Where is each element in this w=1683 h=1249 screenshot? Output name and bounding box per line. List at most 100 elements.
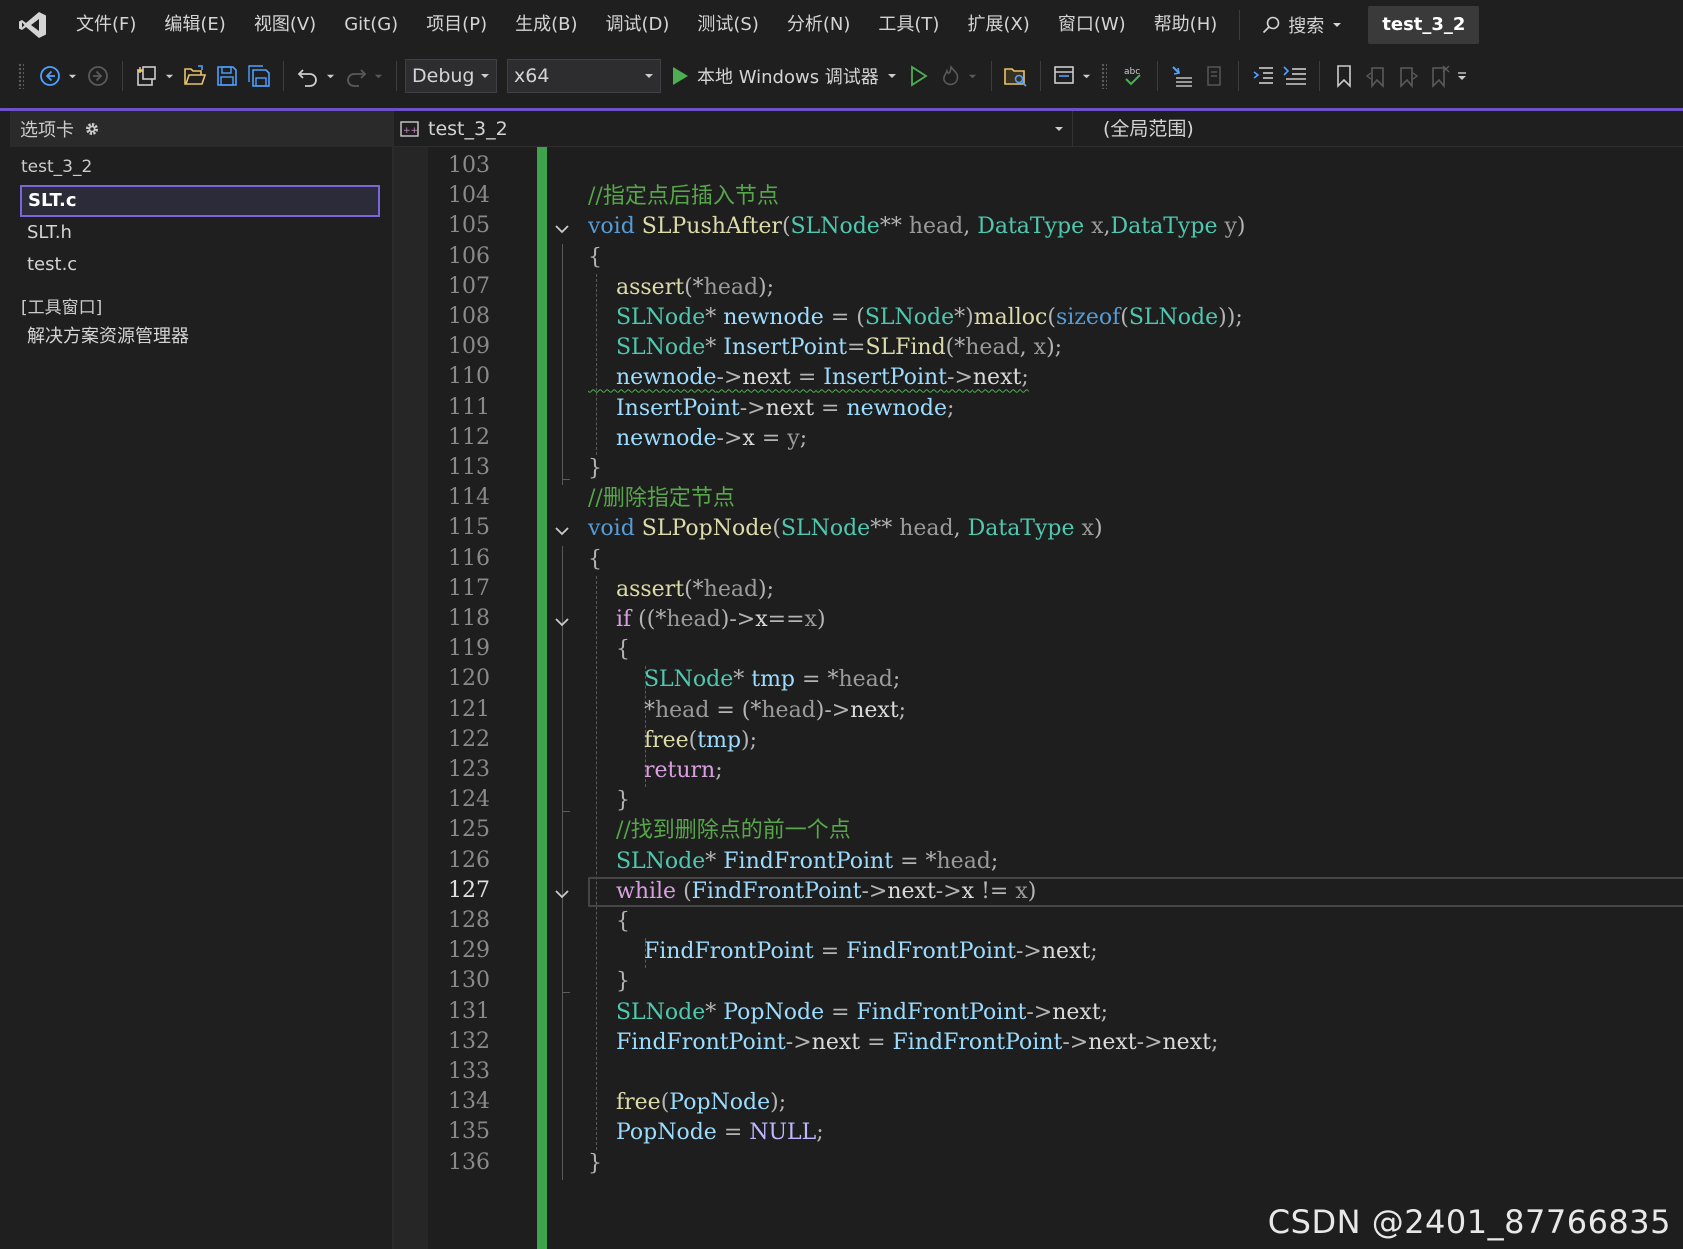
code-line[interactable]: SLNode* InsertPoint=SLFind(*head, x); xyxy=(588,332,1062,364)
code-line[interactable]: assert(*head); xyxy=(588,272,774,304)
code-line[interactable]: free(tmp); xyxy=(588,725,757,757)
code-lines: //指定点后插入节点 void SLPushAfter(SLNode** head… xyxy=(394,147,1683,1249)
code-line[interactable]: free(PopNode); xyxy=(588,1087,786,1119)
code-line[interactable]: *head = (*head)->next; xyxy=(588,695,906,727)
visual-studio-logo-icon[interactable] xyxy=(16,8,50,42)
file-item-slt-h[interactable]: SLT.h xyxy=(10,217,392,249)
scope-dropdown[interactable]: (全局范围) xyxy=(1072,110,1194,147)
menu-project[interactable]: 项目(P) xyxy=(412,0,501,50)
gear-icon[interactable] xyxy=(84,121,100,137)
standard-toolbar: Debug x64 本地 Windows 调试器 abc xyxy=(0,50,1683,102)
toolbar-separator xyxy=(1237,61,1239,91)
code-line[interactable]: while (FindFrontPoint->next->x != x) xyxy=(588,876,1036,908)
code-line[interactable]: { xyxy=(588,242,602,274)
spell-check-icon[interactable]: abc xyxy=(1120,63,1146,89)
chevron-down-icon[interactable] xyxy=(324,63,336,89)
tabs-panel-header: 选项卡 xyxy=(10,111,392,147)
navigate-forward-icon[interactable] xyxy=(85,63,111,89)
menu-edit[interactable]: 编辑(E) xyxy=(150,0,239,50)
clear-bookmarks-icon[interactable] xyxy=(1427,63,1453,89)
code-line[interactable]: PopNode = NULL; xyxy=(588,1117,824,1149)
start-debugging-button[interactable]: 本地 Windows 调试器 xyxy=(671,63,897,89)
previous-bookmark-icon[interactable] xyxy=(1363,63,1389,89)
open-in-explorer-icon[interactable] xyxy=(1003,63,1029,89)
menu-extensions[interactable]: 扩展(X) xyxy=(953,0,1043,50)
comment-lines-icon[interactable] xyxy=(1282,63,1308,89)
code-line[interactable]: //指定点后插入节点 xyxy=(588,181,779,213)
code-line[interactable]: return; xyxy=(588,755,723,787)
code-line[interactable]: //删除指定节点 xyxy=(588,483,735,515)
new-project-icon[interactable] xyxy=(134,63,160,89)
code-line[interactable]: } xyxy=(588,1148,602,1180)
menu-analyze[interactable]: 分析(N) xyxy=(773,0,865,50)
chevron-down-icon[interactable] xyxy=(372,63,384,89)
configuration-dropdown[interactable]: Debug xyxy=(405,59,497,93)
search-button[interactable]: 搜索 xyxy=(1248,12,1356,38)
menu-help[interactable]: 帮助(H) xyxy=(1140,0,1232,50)
code-line[interactable]: if ((*head)->x==x) xyxy=(588,604,826,636)
menu-view[interactable]: 视图(V) xyxy=(240,0,330,50)
code-line[interactable]: { xyxy=(588,906,630,938)
redo-icon[interactable] xyxy=(343,63,369,89)
bookmark-icon[interactable] xyxy=(1331,63,1357,89)
code-line[interactable]: { xyxy=(588,634,630,666)
step-over-icon[interactable] xyxy=(1201,63,1227,89)
code-line[interactable]: { xyxy=(588,544,602,576)
project-node[interactable]: test_3_2 xyxy=(10,147,392,185)
code-line[interactable]: assert(*head); xyxy=(588,574,774,606)
open-folder-icon[interactable] xyxy=(182,63,208,89)
toolbar-separator xyxy=(283,61,284,91)
code-line[interactable]: } xyxy=(588,453,602,485)
toolbar-separator xyxy=(1318,61,1320,91)
code-line[interactable]: SLNode* PopNode = FindFrontPoint->next; xyxy=(588,997,1108,1029)
solution-explorer-item[interactable]: 解决方案资源管理器 xyxy=(10,321,392,353)
code-line[interactable]: newnode->next = InsertPoint->next; xyxy=(588,362,1029,394)
code-line[interactable]: FindFrontPoint->next = FindFrontPoint->n… xyxy=(588,1027,1218,1059)
menu-file[interactable]: 文件(F) xyxy=(62,0,150,50)
code-line[interactable]: } xyxy=(588,966,630,998)
indent-icon[interactable] xyxy=(1250,63,1276,89)
toolbar-overflow-icon[interactable] xyxy=(1456,63,1468,89)
start-without-debugging-icon[interactable] xyxy=(906,63,932,89)
menu-window[interactable]: 窗口(W) xyxy=(1044,0,1140,50)
menu-debug[interactable]: 调试(D) xyxy=(592,0,684,50)
code-line[interactable]: newnode->x = y; xyxy=(588,423,807,455)
menu-git[interactable]: Git(G) xyxy=(330,0,412,50)
tabs-panel-title: 选项卡 xyxy=(20,120,74,141)
toolbar-separator xyxy=(1156,61,1158,91)
code-line[interactable]: InsertPoint->next = newnode; xyxy=(588,393,954,425)
menu-build[interactable]: 生成(B) xyxy=(501,0,591,50)
save-all-icon[interactable] xyxy=(246,63,272,89)
platform-dropdown[interactable]: x64 xyxy=(507,59,661,93)
code-line[interactable]: void SLPushAfter(SLNode** head, DataType… xyxy=(588,211,1246,243)
code-line[interactable]: //找到删除点的前一个点 xyxy=(588,815,851,847)
chevron-down-icon[interactable] xyxy=(967,63,979,89)
file-item-slt-c[interactable]: SLT.c xyxy=(20,185,380,217)
code-line[interactable]: void SLPopNode(SLNode** head, DataType x… xyxy=(588,513,1103,545)
toolbar-grip[interactable] xyxy=(18,63,24,89)
code-line[interactable]: SLNode* FindFrontPoint = *head; xyxy=(588,846,998,878)
next-bookmark-icon[interactable] xyxy=(1395,63,1421,89)
project-dropdown[interactable]: ++ test_3_2 xyxy=(394,118,1072,140)
code-editor[interactable]: 103 104 105 106 107 108 109 110 111 112 113 114 115 1… xyxy=(394,147,1683,1249)
code-line[interactable]: SLNode* tmp = *head; xyxy=(588,664,900,696)
file-item-test-c[interactable]: test.c xyxy=(10,249,392,281)
play-icon xyxy=(673,67,688,85)
step-into-icon[interactable] xyxy=(1169,63,1195,89)
window-layout-icon[interactable] xyxy=(1052,63,1078,89)
save-icon[interactable] xyxy=(214,63,240,89)
chevron-down-icon[interactable] xyxy=(1081,63,1093,89)
code-line[interactable]: SLNode* newnode = (SLNode*)malloc(sizeof… xyxy=(588,302,1243,334)
tool-windows-group: [工具窗口] xyxy=(21,298,103,318)
menu-test[interactable]: 测试(S) xyxy=(683,0,772,50)
chevron-down-icon[interactable] xyxy=(163,63,175,89)
code-line[interactable]: FindFrontPoint = FindFrontPoint->next; xyxy=(588,936,1098,968)
menu-tools[interactable]: 工具(T) xyxy=(864,0,953,50)
toolbar-grip[interactable] xyxy=(1100,63,1107,89)
chevron-down-icon[interactable] xyxy=(66,63,78,89)
code-line[interactable]: } xyxy=(588,785,630,817)
hot-reload-icon[interactable] xyxy=(938,63,964,89)
solution-name-badge[interactable]: test_3_2 xyxy=(1368,6,1480,44)
undo-icon[interactable] xyxy=(295,63,321,89)
navigate-back-icon[interactable] xyxy=(37,63,63,89)
